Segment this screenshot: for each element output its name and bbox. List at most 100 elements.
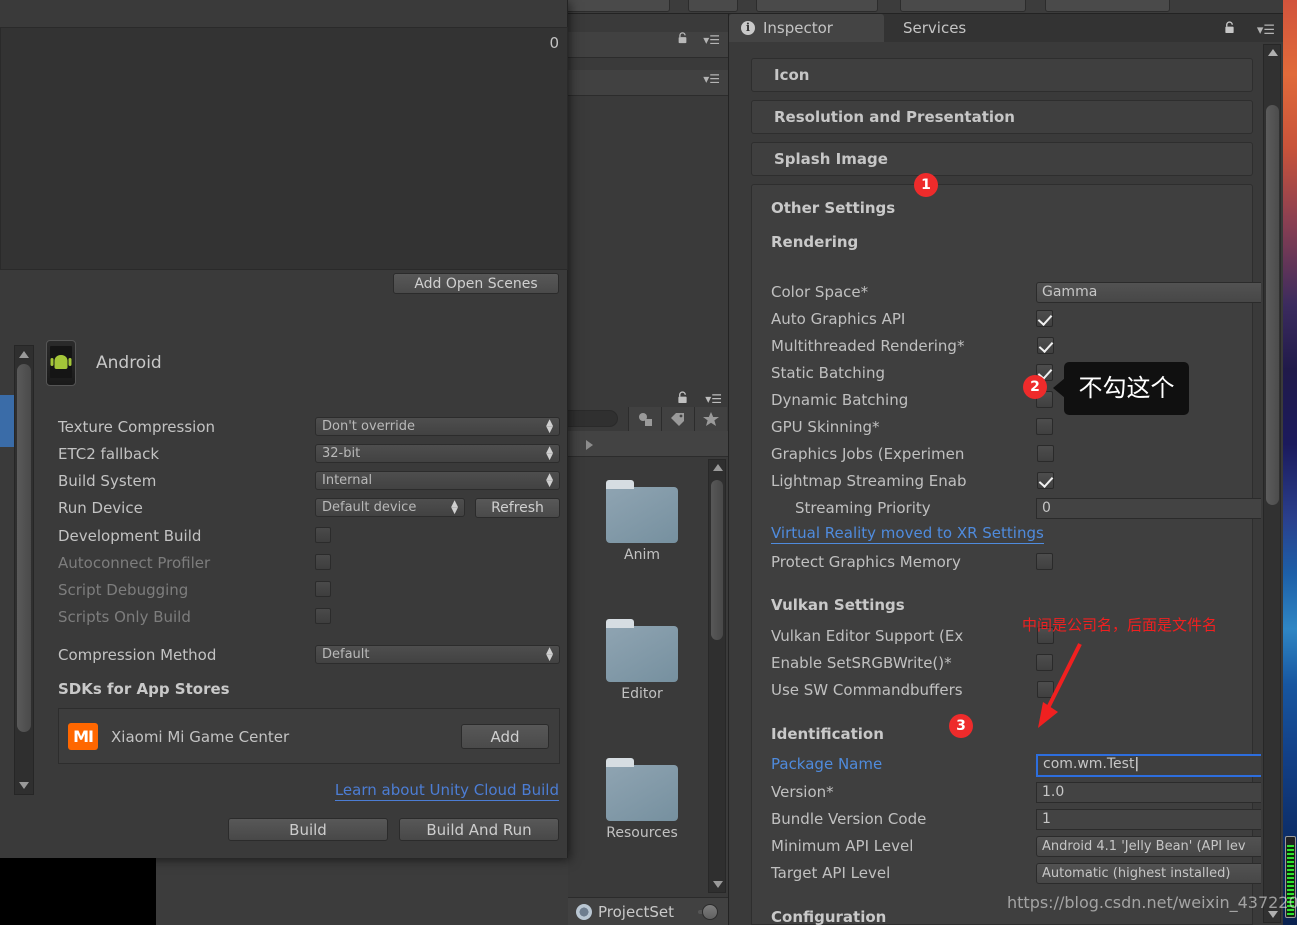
type-filter-icon[interactable] [628,407,661,431]
table-row: ETC2 fallback 32-bit▲▼ [58,444,560,465]
build-settings-window: 0 Add Open Scenes Android Texture Compre… [0,0,568,858]
label-filter-icon[interactable] [661,407,694,431]
scroll-up-arrow-icon[interactable] [713,464,723,471]
table-row: Script Debugging [58,580,560,601]
lock-icon[interactable] [1224,21,1235,34]
package-name-input[interactable]: com.wm.Test| [1036,754,1261,777]
scrollbar-thumb[interactable] [711,480,723,640]
streaming-priority-input[interactable]: 0 [1036,498,1261,519]
etc2-fallback-dropdown[interactable]: 32-bit▲▼ [315,444,560,463]
run-device-dropdown[interactable]: Default device▲▼ [315,498,465,517]
protect-graphics-memory-checkbox[interactable] [1036,553,1053,570]
slider-knob[interactable] [702,904,718,920]
toolbar-button[interactable] [560,0,670,12]
tab-services[interactable]: Services [887,14,982,42]
row-label: Run Device [58,499,143,517]
project-folder-grid: Anim Editor Resources [568,457,728,895]
table-row: Version* 1.0 [771,782,1251,804]
lock-icon[interactable] [677,391,688,404]
build-and-run-button[interactable]: Build And Run [399,818,559,841]
table-row: Run Device Default device▲▼ Refresh [58,498,560,519]
build-system-dropdown[interactable]: Internal▲▼ [315,471,560,490]
section-splash-image[interactable]: Splash Image [751,142,1253,176]
scroll-up-arrow-icon[interactable] [19,351,29,358]
folder-label: Anim [582,547,702,563]
hamburger-menu-icon[interactable]: ▾☰ [703,33,720,47]
target-api-level-dropdown[interactable]: Automatic (highest installed)▲▼ [1036,863,1261,884]
project-breadcrumb[interactable] [568,431,728,457]
toolbar-button[interactable] [756,0,878,12]
build-button[interactable]: Build [228,818,388,841]
unity-cloud-build-link[interactable]: Learn about Unity Cloud Build [335,781,559,801]
color-space-dropdown[interactable]: Gamma▲▼ [1036,282,1261,303]
list-item[interactable]: Editor [582,626,702,702]
section-label: Resolution and Presentation [774,101,1015,134]
auto-graphics-api-checkbox[interactable] [1036,310,1053,327]
project-panel: ▾☰ Anim Editor Resources [568,385,728,925]
tab-label: Inspector [763,19,833,37]
icon-size-slider[interactable] [698,910,704,914]
tab-label: Services [903,19,966,37]
scroll-down-arrow-icon[interactable] [19,782,29,789]
toolbar-button[interactable] [1045,0,1170,12]
texture-compression-dropdown[interactable]: Don't override▲▼ [315,417,560,436]
gear-icon[interactable] [576,904,592,920]
bundle-version-code-input[interactable]: 1 [1036,809,1261,830]
row-label: Minimum API Level [771,837,913,855]
inspector-scrollbar[interactable] [1263,44,1281,923]
graphics-jobs-checkbox[interactable] [1037,445,1054,462]
add-open-scenes-button[interactable]: Add Open Scenes [393,273,559,294]
sdk-add-button[interactable]: Add [461,724,549,749]
scripts-only-build-checkbox[interactable] [315,608,331,624]
script-debugging-checkbox[interactable] [315,581,331,597]
list-item[interactable]: Anim [582,487,702,563]
scroll-down-arrow-icon[interactable] [1268,911,1278,918]
favorites-star-icon[interactable] [694,407,727,431]
row-label: Target API Level [771,864,890,882]
row-label: Enable SetSRGBWrite()* [771,654,952,672]
table-row: Bundle Version Code 1 [771,809,1251,831]
row-label: Static Batching [771,364,885,382]
table-row: Graphics Jobs (Experimen [771,444,1251,466]
xr-settings-link[interactable]: Virtual Reality moved to XR Settings [771,524,1044,544]
project-panel-header: ▾☰ [568,385,728,407]
hamburger-menu-icon[interactable]: ▾☰ [703,72,720,86]
vulkan-header: Vulkan Settings [771,596,905,614]
scroll-up-arrow-icon[interactable] [1268,49,1278,56]
scroll-down-arrow-icon[interactable] [713,881,723,888]
refresh-button[interactable]: Refresh [475,498,560,518]
inspector-tab-bar: Inspector i Services ▾☰ [729,14,1283,42]
table-row: Multithreaded Rendering* [771,336,1251,358]
table-row: Lightmap Streaming Enab [771,471,1251,493]
folder-label: Editor [582,686,702,702]
hamburger-menu-icon[interactable]: ▾☰ [1257,23,1275,38]
scenes-in-build-list[interactable]: 0 [0,27,568,270]
toolbar-button[interactable] [900,0,1026,12]
scrollbar-thumb[interactable] [17,364,31,732]
section-label[interactable]: Other Settings [771,199,895,217]
black-region [0,858,156,925]
row-label: Lightmap Streaming Enab [771,472,966,490]
project-scrollbar[interactable] [708,459,726,893]
multithreaded-rendering-checkbox[interactable] [1037,337,1054,354]
table-row: Scripts Only Build [58,607,560,628]
development-build-checkbox[interactable] [315,527,331,543]
row-label: Development Build [58,527,201,545]
hamburger-menu-icon[interactable]: ▾☰ [705,392,722,406]
toolbar-button[interactable] [688,0,738,12]
build-settings-scrollbar[interactable] [14,345,34,795]
list-item[interactable]: Resources [582,765,702,841]
bottom-strip [156,858,568,925]
lock-icon[interactable] [677,32,688,44]
annotation-badge-1: 1 [914,173,938,197]
version-input[interactable]: 1.0 [1036,782,1261,803]
section-resolution-and-presentation[interactable]: Resolution and Presentation [751,100,1253,134]
autoconnect-profiler-checkbox[interactable] [315,554,331,570]
scrollbar-thumb[interactable] [1266,105,1279,505]
lightmap-streaming-checkbox[interactable] [1037,472,1054,489]
section-icon[interactable]: Icon [751,58,1253,92]
compression-method-dropdown[interactable]: Default▲▼ [315,645,560,664]
minimum-api-level-dropdown[interactable]: Android 4.1 'Jelly Bean' (API lev▲▼ [1036,836,1261,857]
sdk-list-item: MI Xiaomi Mi Game Center Add [58,708,560,764]
gpu-skinning-checkbox[interactable] [1036,418,1053,435]
